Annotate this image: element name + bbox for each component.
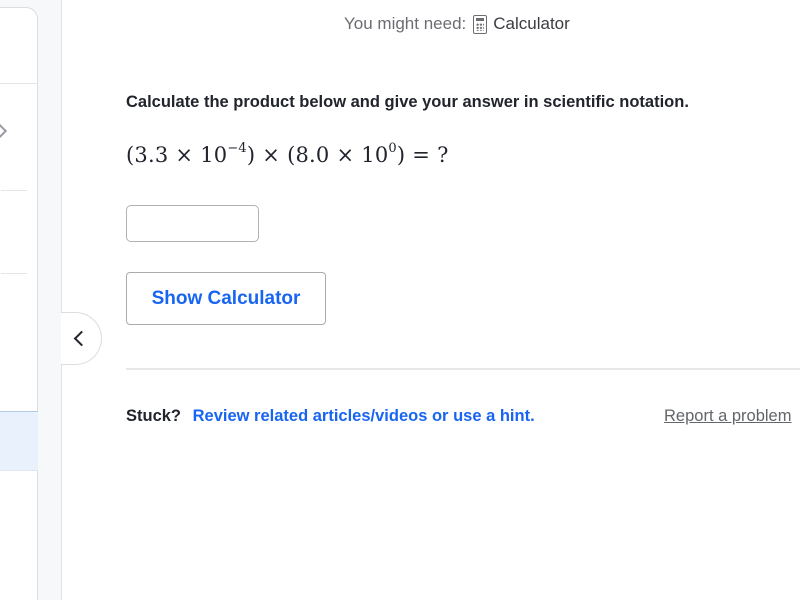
chevron-right-icon[interactable]: [0, 123, 8, 139]
eq-equals: =: [412, 143, 431, 167]
eq-op: ×: [175, 143, 194, 167]
eq-paren: ): [396, 143, 406, 167]
eq-exponent: −4: [227, 141, 247, 156]
question-prompt: Calculate the product below and give you…: [126, 93, 689, 111]
section-divider: [126, 368, 800, 370]
chevron-left-icon: [73, 330, 90, 347]
show-calculator-button[interactable]: Show Calculator: [126, 272, 326, 325]
answer-input[interactable]: [126, 205, 259, 242]
collapse-sidebar-button[interactable]: [61, 312, 102, 365]
eq-paren: ): [246, 143, 256, 167]
stuck-row: Stuck? Review related articles/videos or…: [126, 407, 535, 426]
sidebar-divider: [1, 190, 27, 191]
eq-base: 10: [200, 143, 228, 167]
sidebar-divider: [0, 83, 38, 84]
tools-calculator-label: Calculator: [493, 14, 570, 33]
tools-hint: You might need: Calculator: [344, 14, 570, 34]
eq-unknown: ?: [437, 143, 449, 167]
eq-exponent: 0: [388, 141, 397, 156]
eq-op: ×: [336, 143, 355, 167]
eq-term: (8.0: [287, 143, 330, 167]
sidebar-panel: [0, 7, 38, 600]
sidebar-border: [61, 0, 62, 600]
math-equation: (3.3 × 10−4) × (8.0 × 100) =?: [126, 141, 449, 167]
calculator-icon: [473, 14, 488, 34]
report-problem-link[interactable]: Report a problem: [664, 407, 791, 426]
eq-op: ×: [262, 143, 281, 167]
stuck-label: Stuck?: [126, 407, 182, 425]
eq-term: (3.3: [126, 143, 169, 167]
hint-link[interactable]: Review related articles/videos or use a …: [193, 407, 535, 425]
tools-prefix: You might need:: [344, 14, 467, 33]
eq-base: 10: [361, 143, 389, 167]
sidebar-item-selected[interactable]: [0, 411, 38, 471]
sidebar-divider: [1, 273, 27, 274]
